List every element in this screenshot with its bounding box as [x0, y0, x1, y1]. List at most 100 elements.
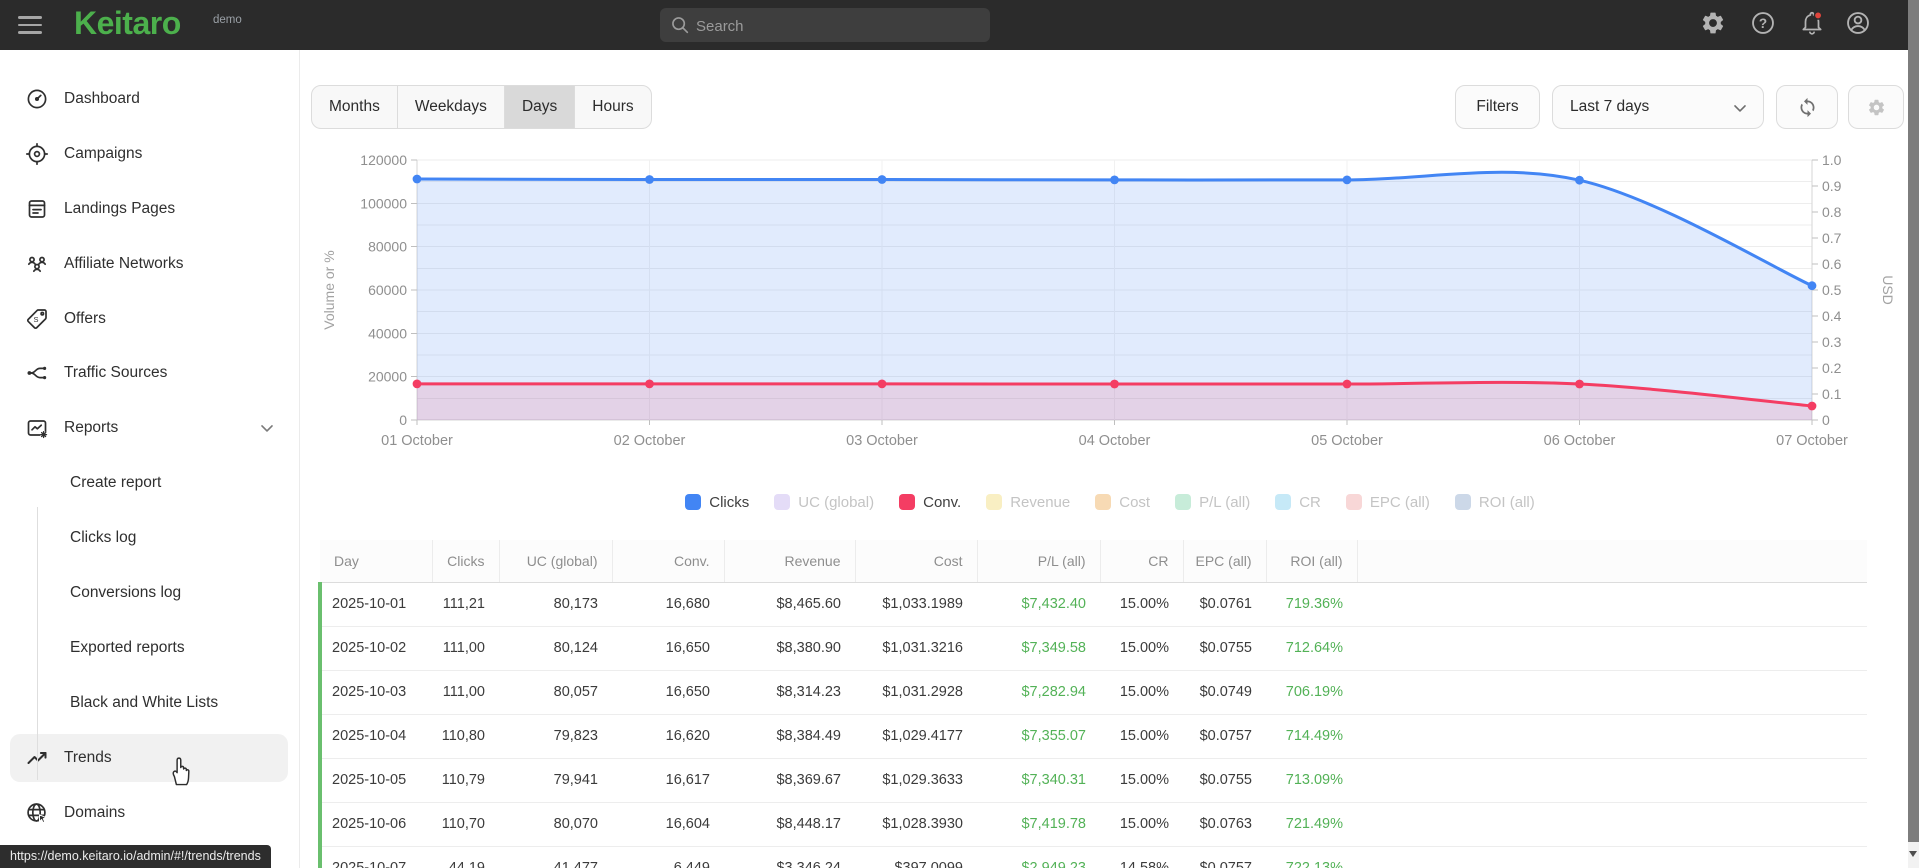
svg-text:0.7: 0.7 — [1822, 230, 1842, 246]
sidebar-item-label: Conversions log — [70, 584, 182, 601]
sidebar-item-affiliate-networks[interactable]: Affiliate Networks — [0, 237, 299, 291]
table-header-epc-all[interactable]: EPC (all) — [1183, 540, 1267, 583]
settings-icon[interactable] — [1700, 10, 1728, 38]
sidebar-item-campaigns[interactable]: Campaigns — [0, 127, 299, 181]
chart-settings-button[interactable] — [1848, 85, 1904, 129]
gear-icon — [1868, 99, 1884, 115]
table-cell: 15.00% — [1100, 626, 1183, 671]
sidebar-item-clicks-log[interactable]: Clicks log — [0, 511, 299, 565]
filters-button[interactable]: Filters — [1455, 85, 1540, 129]
date-range-select[interactable]: Last 7 days — [1552, 85, 1764, 129]
sidebar-item-dashboard[interactable]: Dashboard — [0, 72, 299, 126]
sidebar-item-black-and-white-lists[interactable]: Black and White Lists — [0, 676, 299, 730]
trends-table: Day Clicks UC (global) Conv. Revenue Cost P/L … — [318, 540, 1867, 868]
table-cell: $397.0099 — [855, 846, 977, 868]
legend-item-epc-all[interactable]: EPC (all) — [1345, 493, 1430, 511]
sidebar-item-traffic-sources[interactable]: Traffic Sources — [0, 346, 299, 400]
refresh-button[interactable] — [1776, 85, 1838, 129]
legend-label: UC (global) — [798, 493, 875, 511]
table-cell: $2,949.23 — [977, 846, 1100, 868]
legend-swatch — [774, 494, 791, 510]
notifications-icon[interactable] — [1799, 10, 1827, 38]
table-row: 2025-10-03 111,00 80,057 16,650 $8,314.23 $1,… — [318, 670, 1867, 715]
table-cell: 15.00% — [1100, 670, 1183, 715]
scrollbar[interactable] — [1908, 0, 1919, 868]
table-header-roi-all[interactable]: ROI (all) — [1266, 540, 1358, 583]
svg-text:0.6: 0.6 — [1822, 256, 1842, 272]
legend-label: CR — [1299, 493, 1321, 511]
table-cell: 80,070 — [499, 802, 612, 847]
table-cell: $8,380.90 — [724, 626, 855, 671]
table-cell: 79,941 — [499, 758, 612, 803]
legend-label: EPC (all) — [1369, 493, 1430, 511]
table-cell: 2025-10-06 — [318, 802, 432, 847]
hamburger-menu-icon[interactable] — [18, 15, 44, 35]
sidebar-item-trends[interactable]: Trends — [0, 731, 299, 785]
sidebar-item-label: Reports — [64, 419, 119, 436]
sidebar-item-conversions-log[interactable]: Conversions log — [0, 566, 299, 620]
svg-text:03 October: 03 October — [846, 433, 918, 449]
table-header-cr[interactable]: CR — [1100, 540, 1184, 583]
legend-item-clicks[interactable]: Clicks — [685, 494, 749, 511]
sidebar-item-create-report[interactable]: Create report — [0, 456, 299, 510]
sidebar-item-label: Offers — [64, 310, 106, 327]
brand-logo: Keitaro — [74, 5, 181, 41]
table-cell: 80,057 — [499, 670, 612, 715]
sidebar-item-label: Exported reports — [70, 639, 185, 656]
period-tabs: Months Weekdays Days Hours — [311, 85, 652, 129]
svg-text:05 October: 05 October — [1311, 433, 1383, 449]
svg-text:07 October: 07 October — [1776, 433, 1848, 449]
sidebar-item-label: Create report — [70, 474, 162, 491]
legend-item-roi-all[interactable]: ROI (all) — [1454, 494, 1535, 511]
sidebar-item-offers[interactable]: S Offers — [0, 292, 299, 346]
table-header-p-l-all[interactable]: P/L (all) — [977, 540, 1101, 583]
search-input[interactable] — [694, 8, 984, 44]
table-cell: 14.58% — [1100, 846, 1183, 868]
topbar: Keitaro demo ? — [0, 0, 1919, 50]
sidebar-item-landings-pages[interactable]: Landings Pages — [0, 182, 299, 236]
table-header-revenue[interactable]: Revenue — [724, 540, 856, 583]
tab-months[interactable]: Months — [312, 86, 397, 128]
legend-item-revenue[interactable]: Revenue — [986, 494, 1070, 511]
svg-text:100000: 100000 — [360, 195, 407, 211]
search-box[interactable] — [660, 8, 990, 44]
help-icon[interactable]: ? — [1750, 10, 1778, 38]
sidebar-item-domains[interactable]: Domains — [0, 786, 299, 840]
sidebar-item-reports[interactable]: Reports — [0, 401, 299, 455]
legend-swatch — [685, 494, 702, 510]
table-cell: $1,029.3633 — [855, 758, 977, 803]
svg-text:S: S — [33, 315, 38, 324]
scrollbar-thumb[interactable] — [1908, 0, 1919, 842]
table-cell: 16,604 — [612, 802, 724, 847]
legend-item-p-l-all[interactable]: P/L (all) — [1175, 494, 1250, 511]
svg-text:0: 0 — [399, 412, 407, 428]
legend-item-uc-global[interactable]: UC (global) — [774, 494, 874, 511]
legend-item-conv[interactable]: Conv. — [899, 494, 961, 511]
table-header-conv[interactable]: Conv. — [612, 540, 725, 583]
svg-text:0.8: 0.8 — [1822, 204, 1842, 220]
table-cell: 721.49% — [1266, 802, 1357, 847]
table-header-uc-global[interactable]: UC (global) — [499, 540, 613, 583]
table-header-day[interactable]: Day — [320, 540, 433, 583]
sidebar-item-exported-reports[interactable]: Exported reports — [0, 621, 299, 675]
table-header-cost[interactable]: Cost — [855, 540, 978, 583]
legend-item-cost[interactable]: Cost — [1095, 494, 1150, 511]
chevron-down-icon[interactable] — [257, 418, 277, 438]
tab-weekdays[interactable]: Weekdays — [396, 86, 504, 128]
scrollbar-down-arrow[interactable] — [1909, 851, 1917, 861]
table-row: 2025-10-01 111,21 80,173 16,680 $8,465.60 $1,… — [318, 582, 1867, 627]
sidebar: Dashboard Campaigns Landings Pages Affiliat… — [0, 50, 300, 868]
tab-hours[interactable]: Hours — [574, 86, 650, 128]
table-cell: $7,432.40 — [977, 582, 1100, 627]
svg-text:01 October: 01 October — [381, 433, 453, 449]
account-icon[interactable] — [1845, 10, 1873, 38]
table-header-clicks[interactable]: Clicks — [432, 540, 500, 583]
table-cell: $1,031.3216 — [855, 626, 977, 671]
tab-days[interactable]: Days — [503, 86, 575, 128]
table-cell: $1,028.3930 — [855, 802, 977, 847]
table-cell: $0.0755 — [1183, 758, 1266, 803]
svg-text:0.4: 0.4 — [1822, 308, 1842, 324]
table-header-row: Day Clicks UC (global) Conv. Revenue Cost P/L … — [320, 540, 1867, 583]
table-cell: $0.0757 — [1183, 846, 1266, 868]
legend-item-cr[interactable]: CR — [1275, 494, 1321, 511]
